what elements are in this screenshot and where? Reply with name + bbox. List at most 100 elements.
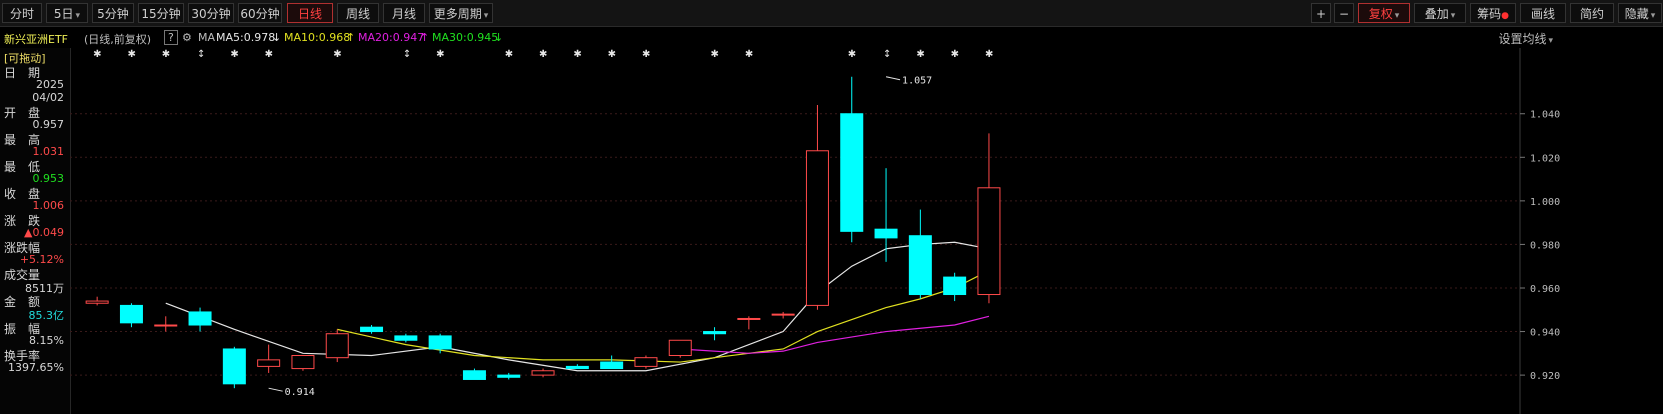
security-name: 新兴亚洲ETF <box>4 33 68 46</box>
candle-body-down <box>188 311 212 326</box>
updown-marker-icon: ↕ <box>883 49 891 60</box>
candle <box>394 333 418 343</box>
star-marker-icon: ✱ <box>985 49 993 60</box>
chevron-down-icon: ▾ <box>75 11 81 21</box>
updown-marker-icon: ↕ <box>403 49 411 60</box>
grid-layer <box>70 113 1520 376</box>
candle-body-up <box>257 359 281 367</box>
candle <box>291 355 315 371</box>
ma-label: MA <box>198 31 216 44</box>
candle <box>428 333 452 354</box>
star-marker-icon: ✱ <box>505 49 513 60</box>
candle-body-down <box>600 361 624 370</box>
ma20-value: MA20:0.947 <box>358 31 425 44</box>
period-5day[interactable]: 5日 ▾ <box>46 3 88 23</box>
hide-button[interactable]: 隐藏 ▾ <box>1618 3 1662 23</box>
candle <box>565 364 589 370</box>
y-tick-label: 1.000 <box>1530 197 1560 208</box>
close-value: 1.006 <box>32 199 65 212</box>
annotations-layer: 1.057 0.914 <box>268 76 932 398</box>
candle-body-up <box>805 150 829 306</box>
candle <box>360 325 384 334</box>
candle-body-down <box>840 113 864 232</box>
candle-body-up <box>668 339 692 357</box>
updown-marker-icon: ↕ <box>197 49 205 60</box>
period-30min[interactable]: 30分钟 <box>188 3 234 23</box>
ma-info-bar: 新兴亚洲ETF (日线,前复权) ? ⚙ MA MA5:0.978 ↓ MA10… <box>0 28 1560 48</box>
annotation-pointer <box>885 76 901 81</box>
overlay-label: 叠加 <box>1424 7 1449 21</box>
candle <box>943 272 967 302</box>
pct-value: +5.12% <box>19 253 64 266</box>
gear-icon[interactable]: ⚙ <box>182 31 192 44</box>
period-weekly[interactable]: 周线 <box>337 3 379 23</box>
amplitude-value: 8.15% <box>29 334 64 347</box>
period-60min[interactable]: 60分钟 <box>238 3 282 23</box>
arrow-down-icon: ↓ <box>272 31 282 44</box>
candle-body-down <box>908 235 932 296</box>
restore-rights-label: 复权 <box>1368 7 1393 21</box>
y-tick-label: 0.920 <box>1530 371 1560 382</box>
quote-panel[interactable]: [可拖动] 日 期 2025 04/02 开 盘 0.957 最 高 1.031… <box>0 48 71 414</box>
period-daily[interactable]: 日线 <box>287 3 333 23</box>
draw-line-button[interactable]: 画线 <box>1520 3 1566 23</box>
y-tick-label: 1.040 <box>1530 110 1560 121</box>
candle <box>840 76 864 243</box>
star-marker-icon: ✱ <box>916 49 924 60</box>
y-tick-label: 1.020 <box>1530 153 1560 164</box>
chips-button[interactable]: 筹码● <box>1470 3 1516 23</box>
simple-mode-button[interactable]: 简约 <box>1570 3 1614 23</box>
candle-body-up <box>634 357 658 367</box>
star-marker-icon: ✱ <box>642 49 650 60</box>
star-marker-icon: ✱ <box>951 49 959 60</box>
candle-body-up <box>291 355 315 370</box>
y-tick-label: 0.960 <box>1530 284 1560 295</box>
ma10-value: MA10:0.968 <box>284 31 351 44</box>
candle <box>85 296 109 306</box>
period-more[interactable]: 更多周期 ▾ <box>429 3 493 23</box>
period-monthly[interactable]: 月线 <box>383 3 425 23</box>
candle <box>222 346 246 389</box>
candle <box>771 311 795 319</box>
low-value: 0.953 <box>32 172 65 185</box>
candle <box>805 105 829 310</box>
help-icon[interactable]: ? <box>164 30 178 45</box>
star-marker-icon: ✱ <box>436 49 444 60</box>
red-dot-icon: ● <box>1501 11 1509 21</box>
candlestick-chart[interactable]: ✱ ✱ ✱ ✱ ✱ ✱ ✱ ✱ ✱ ✱ ✱ ✱ ✱ ✱ ✱ ✱ ✱ ✱↕ ↕ ↕ 0.9200.9400.9600.9… <box>70 48 1663 414</box>
zoom-out-button[interactable]: − <box>1334 3 1354 23</box>
candle-body-up <box>85 300 109 304</box>
candle-body-down <box>703 331 727 335</box>
date-label: 日 期 <box>4 66 41 80</box>
arrow-down-icon: ↓ <box>494 31 504 44</box>
y-axis-layer: 0.920 0.940 0.960 0.980 1.000 1.020 1.040 <box>1519 48 1560 414</box>
hide-label: 隐藏 <box>1624 7 1649 21</box>
star-marker-icon: ✱ <box>265 49 273 60</box>
candle-body-down <box>565 365 589 370</box>
overlay-button[interactable]: 叠加 ▾ <box>1414 3 1466 23</box>
candle <box>188 307 212 332</box>
candle-body-up <box>154 324 178 327</box>
candle <box>600 355 624 370</box>
candle <box>634 355 658 369</box>
period-5day-label: 5日 <box>53 7 74 21</box>
period-15min[interactable]: 15分钟 <box>138 3 184 23</box>
period-5min[interactable]: 5分钟 <box>92 3 134 23</box>
candle <box>703 327 727 341</box>
period-fenshi[interactable]: 分时 <box>2 3 42 23</box>
star-marker-icon: ✱ <box>539 49 547 60</box>
ma30-value: MA30:0.945 <box>432 31 499 44</box>
candle-body-down <box>497 374 521 378</box>
chart-mode: (日线,前复权) <box>84 33 152 46</box>
chevron-down-icon: ▾ <box>1450 11 1456 21</box>
ma-settings-button[interactable]: 设置均线 ▾ <box>1498 30 1553 47</box>
candle-body-up <box>771 313 795 316</box>
arrow-up-icon: ↑ <box>346 31 356 44</box>
candle-body-down <box>874 228 898 239</box>
period-toolbar: 分时 5日 ▾ 5分钟 15分钟 30分钟 60分钟 日线 周线 月线 更多周期 ▾… <box>0 0 1663 27</box>
candles-layer <box>85 76 1001 389</box>
zoom-in-button[interactable]: + <box>1311 3 1331 23</box>
restore-rights-button[interactable]: 复权 ▾ <box>1358 3 1410 23</box>
chevron-down-icon: ▾ <box>1548 36 1553 46</box>
high-value: 1.031 <box>32 145 65 158</box>
